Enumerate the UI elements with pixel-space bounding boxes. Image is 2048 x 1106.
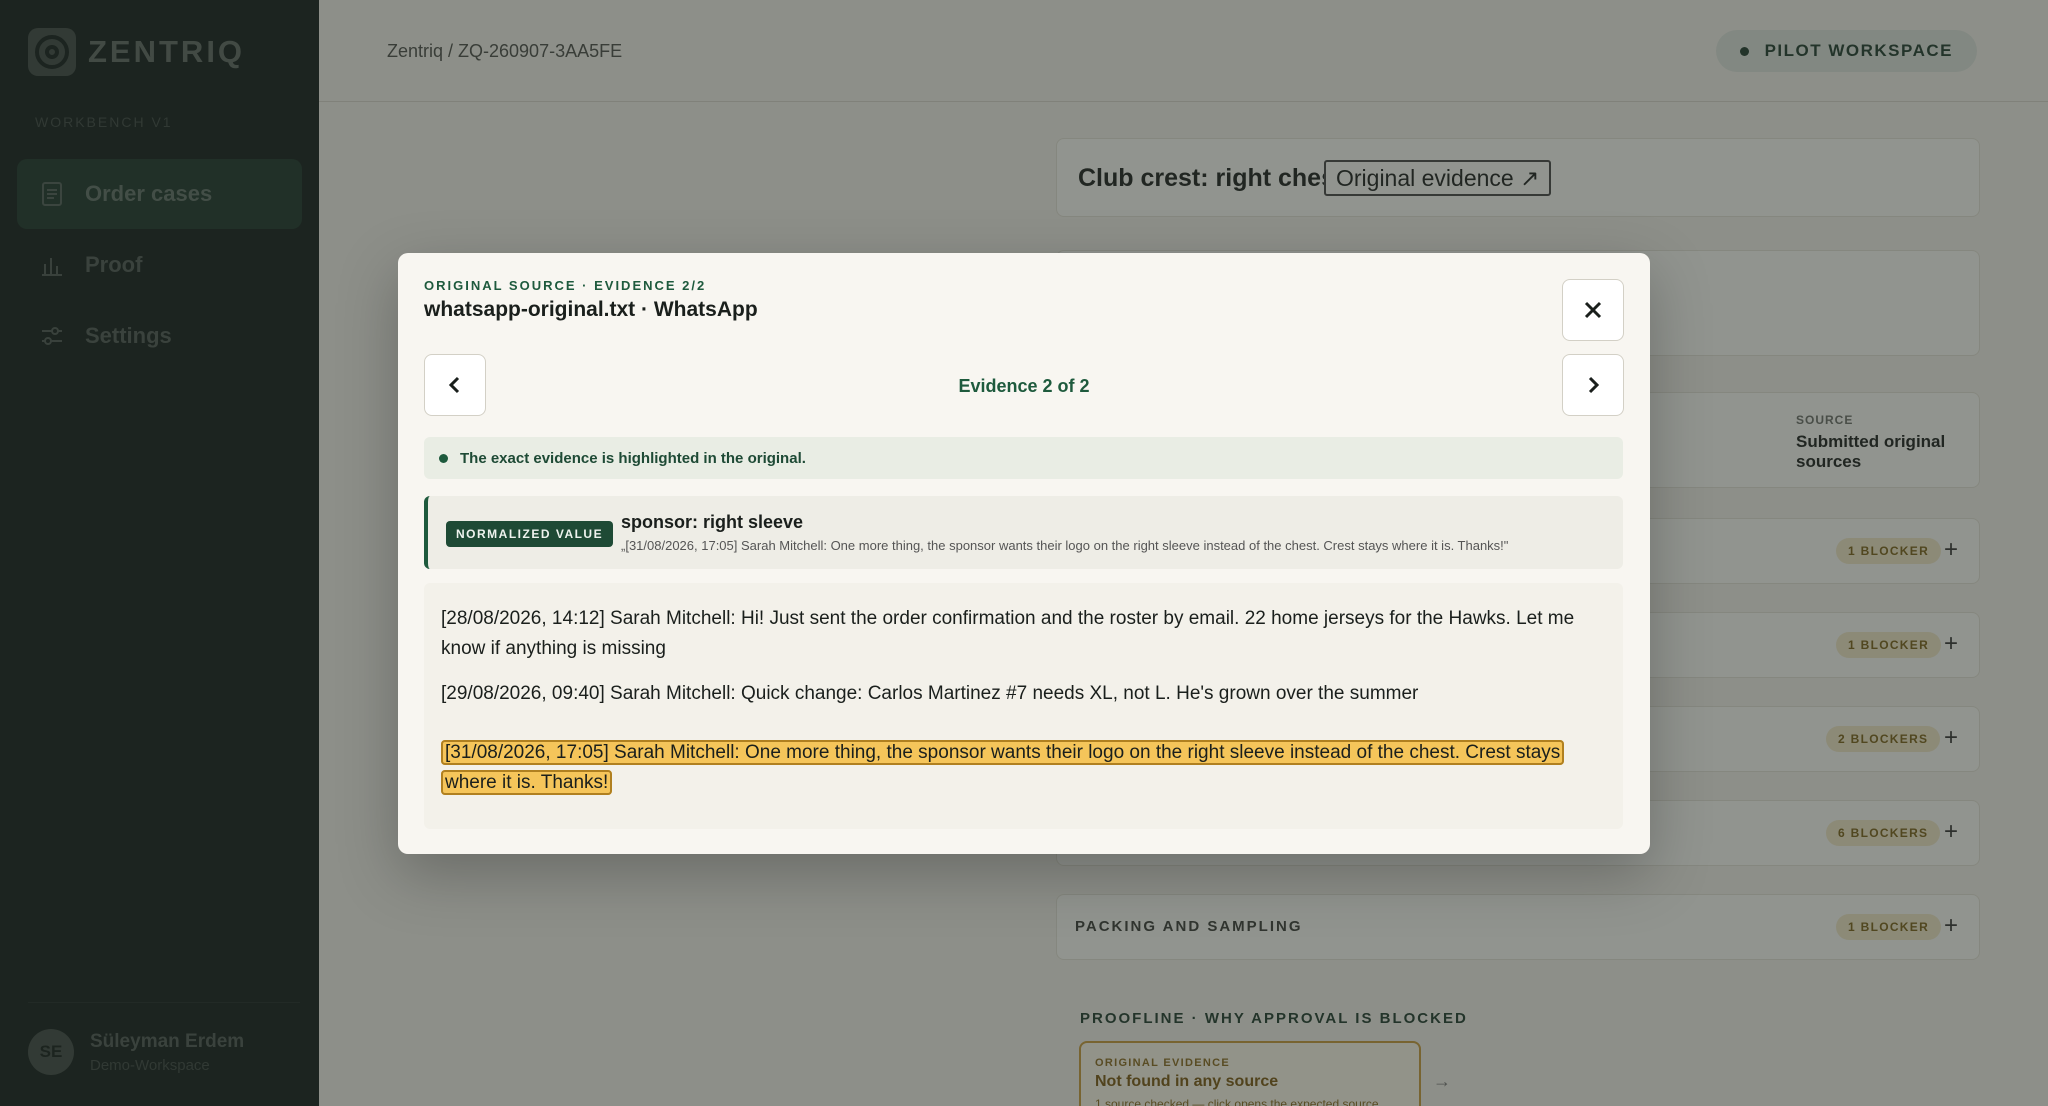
message-line: [28/08/2026, 14:12] Sarah Mitchell: Hi! …: [441, 608, 1575, 659]
normalized-value-badge: NORMALIZED VALUE: [446, 521, 614, 547]
normalized-quote: „[31/08/2026, 17:05] Sarah Mitchell: One…: [621, 538, 1509, 553]
modal-title: whatsapp-original.txt · WhatsApp: [424, 298, 758, 321]
evidence-counter: Evidence 2 of 2: [958, 376, 1090, 396]
close-button[interactable]: [1562, 279, 1624, 341]
modal-eyebrow: ORIGINAL SOURCE · EVIDENCE 2/2: [424, 278, 707, 293]
evidence-modal: ORIGINAL SOURCE · EVIDENCE 2/2 whatsapp-…: [398, 253, 1650, 854]
next-evidence-button[interactable]: [1562, 354, 1624, 416]
message-line: [29/08/2026, 09:40] Sarah Mitchell: Quic…: [441, 683, 1419, 704]
highlight-hint: The exact evidence is highlighted in the…: [424, 437, 1623, 479]
original-source-text: [28/08/2026, 14:12] Sarah Mitchell: Hi! …: [424, 583, 1623, 829]
highlighted-message-line: [31/08/2026, 17:05] Sarah Mitchell: One …: [441, 738, 1611, 798]
normalized-value-panel: NORMALIZED VALUE sponsor: right sleeve „…: [424, 496, 1623, 569]
evidence-highlight: [31/08/2026, 17:05] Sarah Mitchell: One …: [441, 740, 1565, 795]
hint-text: The exact evidence is highlighted in the…: [460, 449, 806, 467]
status-dot-icon: [439, 453, 448, 463]
close-icon: [1584, 301, 1602, 319]
normalized-value: sponsor: right sleeve: [621, 512, 804, 532]
chevron-right-icon: [1588, 376, 1600, 394]
